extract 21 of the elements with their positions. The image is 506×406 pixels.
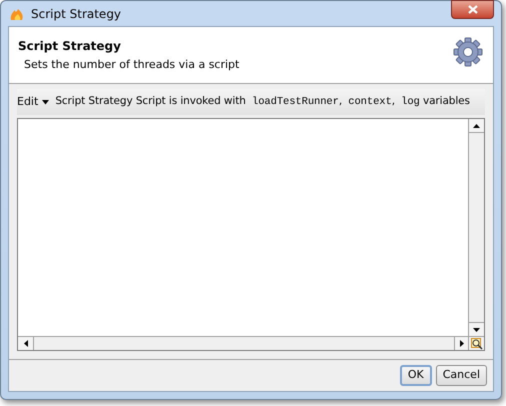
left-arrow-icon — [24, 340, 28, 347]
dialog-button[interactable]: Cancel — [436, 365, 487, 386]
zoom-button[interactable] — [468, 337, 484, 350]
scroll-down-button[interactable] — [469, 322, 484, 336]
down-arrow-icon — [473, 328, 480, 332]
close-button[interactable] — [451, 0, 494, 19]
magnifier-icon — [470, 338, 482, 350]
scroll-up-button[interactable] — [469, 119, 484, 133]
up-arrow-icon — [473, 124, 480, 128]
edit-menu-button[interactable]: Edit — [17, 94, 50, 110]
header-description: Sets the number of threads via a script — [24, 58, 240, 72]
scroll-right-button[interactable] — [454, 337, 468, 350]
header-title: Script Strategy — [18, 38, 122, 54]
dialog-button[interactable]: OK — [400, 365, 432, 386]
close-icon — [468, 5, 478, 14]
scroll-left-button[interactable] — [18, 337, 34, 350]
window-title: Script Strategy — [31, 6, 122, 22]
right-arrow-icon — [460, 340, 464, 347]
hint-text: Script Strategy Script is invoked with loadTestRunner, context, log variables — [55, 94, 470, 110]
caret-icon — [42, 100, 50, 104]
gear-icon — [452, 36, 484, 68]
